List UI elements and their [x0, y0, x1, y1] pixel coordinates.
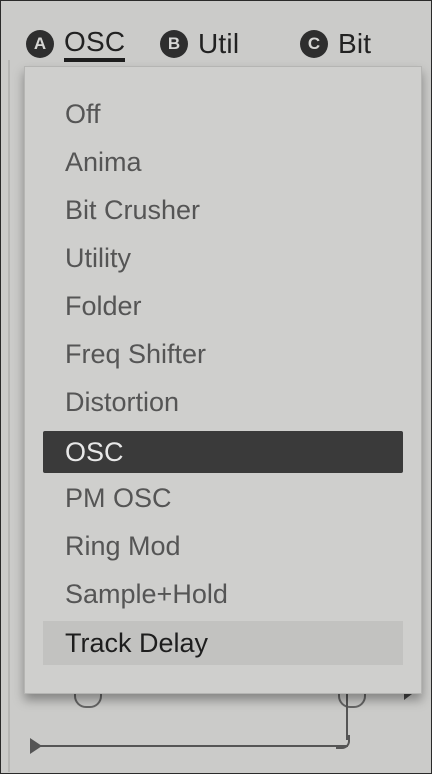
menu-item-folder[interactable]: Folder: [43, 289, 403, 323]
tab-c-bit[interactable]: C Bit: [300, 24, 371, 64]
panel-edge: [8, 60, 10, 772]
menu-item-freq-shifter[interactable]: Freq Shifter: [43, 337, 403, 371]
badge-c: C: [300, 30, 328, 58]
menu-item-off[interactable]: Off: [43, 97, 403, 131]
menu-item-distortion[interactable]: Distortion: [43, 385, 403, 419]
tab-b-util[interactable]: B Util: [160, 24, 239, 64]
menu-item-anima[interactable]: Anima: [43, 145, 403, 179]
tab-a-osc[interactable]: A OSC: [26, 24, 126, 64]
menu-item-sample-hold[interactable]: Sample+Hold: [43, 577, 403, 611]
slot-tab-bar: A OSC B Util C Bit: [0, 0, 432, 72]
tab-a-label: OSC: [64, 26, 126, 62]
play-arrow-icon: [30, 738, 42, 754]
routing-wire-horizontal: [40, 745, 348, 747]
menu-item-bit-crusher[interactable]: Bit Crusher: [43, 193, 403, 227]
menu-item-ring-mod[interactable]: Ring Mod: [43, 529, 403, 563]
tab-c-label: Bit: [338, 28, 372, 59]
menu-item-pm-osc[interactable]: PM OSC: [43, 481, 403, 515]
badge-b: B: [160, 30, 188, 58]
menu-item-osc[interactable]: OSC: [43, 431, 403, 473]
routing-wire-vertical: [346, 694, 348, 740]
module-type-dropdown: Off Anima Bit Crusher Utility Folder Fre…: [24, 66, 422, 694]
menu-item-utility[interactable]: Utility: [43, 241, 403, 275]
menu-item-track-delay[interactable]: Track Delay: [43, 621, 403, 665]
tab-b-label: Util: [198, 28, 240, 59]
badge-a: A: [26, 30, 54, 58]
